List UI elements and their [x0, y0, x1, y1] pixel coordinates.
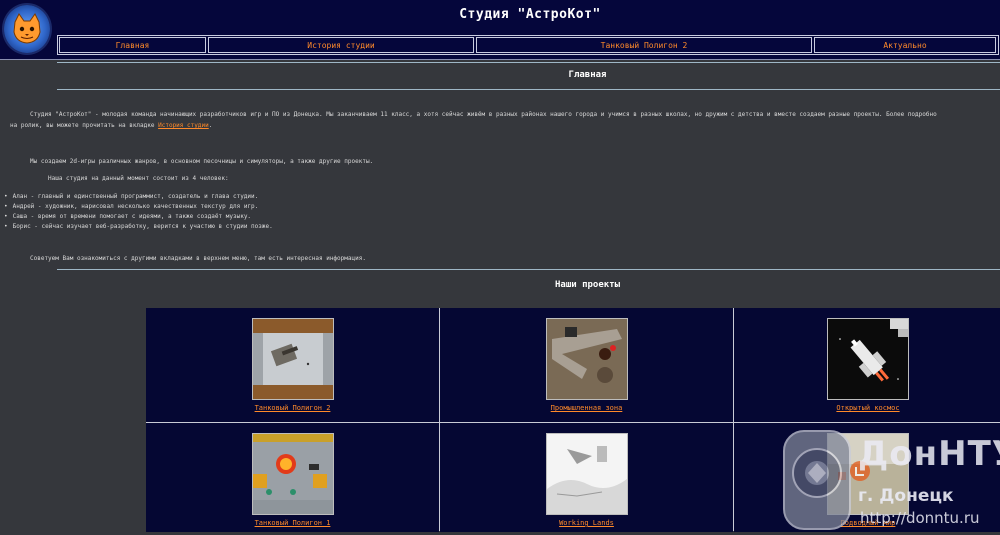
- page-heading: Главная: [568, 70, 607, 80]
- advice-paragraph: Советуем Вам ознакомиться с другими вкла…: [30, 255, 366, 262]
- nav-item-history[interactable]: История студии: [208, 37, 474, 53]
- projects-heading: Наши проекты: [554, 280, 621, 290]
- intro-paragraph: Студия "АстроКот" - молодая команда начи…: [30, 111, 937, 118]
- project-link[interactable]: Открытый космос: [734, 404, 1000, 412]
- intro-line2-text: на ролик, вы можете прочитать на вкладке: [10, 122, 155, 129]
- project-card: Промышленная зона: [440, 308, 733, 422]
- project-card: Танковый Полигон 1: [146, 423, 439, 532]
- project-card: Танковый Полигон 2: [146, 308, 439, 422]
- team-list: Алан - главный и единственный программис…: [4, 192, 273, 232]
- project-thumbnail[interactable]: [827, 318, 909, 400]
- project-thumbnail[interactable]: [545, 433, 628, 515]
- project-thumbnail[interactable]: [251, 318, 334, 400]
- site-title: Студия "АстроКот": [459, 7, 601, 22]
- list-item: Саша - время от времени помогает с идеям…: [4, 212, 273, 222]
- list-item: Алан - главный и единственный программис…: [4, 192, 273, 202]
- project-card: Working Lands: [440, 423, 733, 532]
- project-thumbnail[interactable]: [545, 318, 628, 400]
- project-link[interactable]: Танковый Полигон 2: [146, 404, 439, 412]
- nav-item-home[interactable]: Главная: [59, 37, 206, 53]
- list-item: Борис - сейчас изучает веб-разработку, в…: [4, 222, 273, 232]
- watermark-url: http://donntu.ru: [860, 509, 980, 527]
- list-item: Андрей - художник, нарисовал несколько к…: [4, 202, 273, 212]
- intro-paragraph-line2: на ролик, вы можете прочитать на вкладке…: [10, 121, 212, 131]
- divider-heading: [57, 89, 1000, 90]
- cat-head-icon[interactable]: [4, 5, 50, 53]
- divider-projects: [57, 269, 1000, 270]
- site-header: Студия "АстроКот" Главная История студии…: [0, 0, 1000, 60]
- main-nav: Главная История студии Танковый Полигон …: [57, 35, 999, 55]
- team-intro: Наша студия на данный момент состоит из …: [48, 175, 229, 182]
- nav-item-tank-range-2[interactable]: Танковый Полигон 2: [476, 37, 812, 53]
- project-link[interactable]: Танковый Полигон 1: [146, 519, 439, 527]
- games-paragraph: Мы создаем 2d-игры различных жанров, в о…: [30, 158, 374, 165]
- project-link[interactable]: Working Lands: [440, 519, 733, 527]
- divider-top: [57, 62, 1000, 63]
- watermark-city: г. Донецк: [858, 486, 954, 506]
- intro-tail: .: [208, 122, 213, 129]
- history-link[interactable]: История студии: [158, 122, 209, 129]
- project-thumbnail[interactable]: [251, 433, 334, 515]
- nav-item-news[interactable]: Актуально: [814, 37, 996, 53]
- project-link[interactable]: Промышленная зона: [440, 404, 733, 412]
- project-card: Открытый космос: [734, 308, 1000, 422]
- watermark-title: ДонНТУ: [858, 434, 1000, 474]
